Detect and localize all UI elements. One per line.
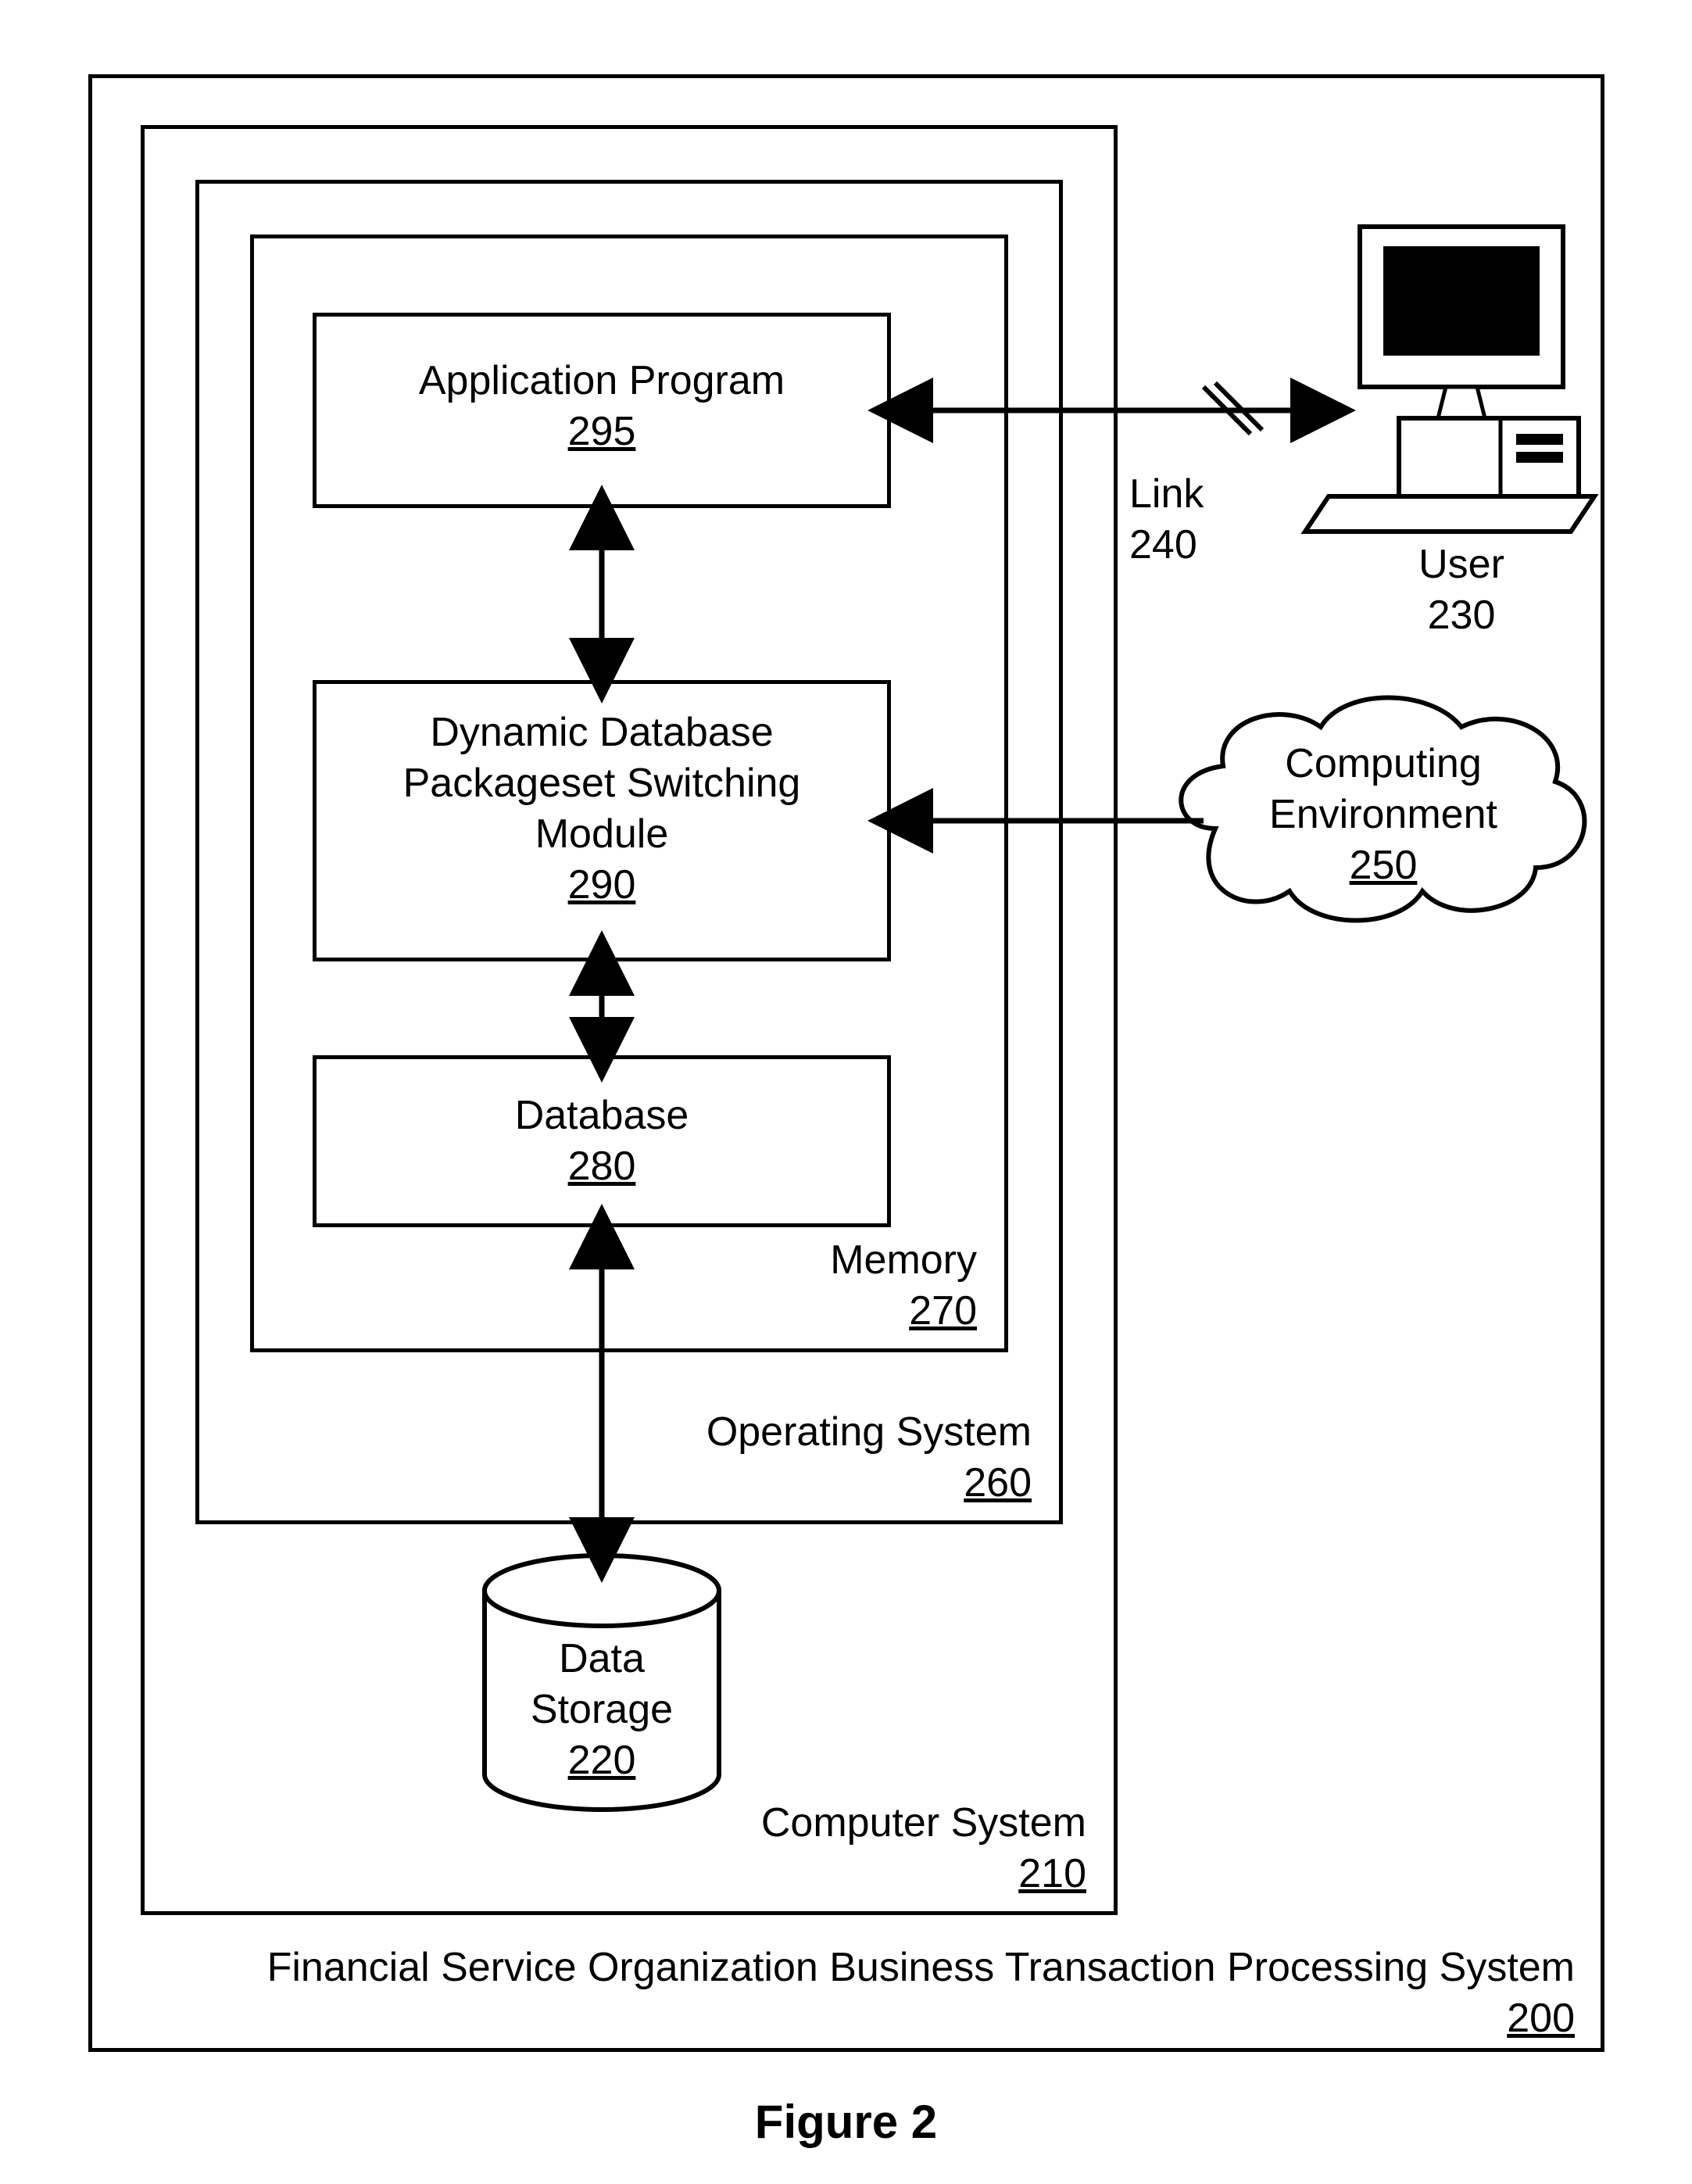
application-program-text: Application Program [419, 358, 785, 403]
link-text: Link [1129, 471, 1204, 517]
outer-system-text: Financial Service Organization Business … [267, 1945, 1575, 1990]
env-line1: Computing [1285, 741, 1481, 786]
dbps-ref: 290 [568, 862, 636, 908]
computer-system-label: Computer System 210 [141, 1798, 1086, 1899]
dbps-line2: Packageset Switching [403, 761, 801, 806]
data-storage-ref: 220 [568, 1738, 636, 1783]
diagram-canvas: Financial Service Organization Business … [0, 0, 1692, 2184]
user-ref: 230 [1428, 593, 1496, 638]
figure-caption-text: Figure 2 [755, 2096, 937, 2148]
application-program-ref: 295 [568, 409, 636, 454]
operating-system-label: Operating System 260 [195, 1407, 1032, 1509]
database-text: Database [515, 1093, 689, 1138]
dbps-line3: Module [535, 811, 669, 857]
application-program-label: Application Program 295 [313, 356, 891, 457]
memory-ref: 270 [909, 1288, 977, 1334]
link-ref: 240 [1129, 522, 1197, 567]
outer-system-ref: 200 [1507, 1996, 1575, 2041]
user-text: User [1418, 542, 1504, 587]
database-label: Database 280 [313, 1090, 891, 1192]
dbps-line1: Dynamic Database [430, 710, 773, 755]
env-ref: 250 [1350, 843, 1418, 888]
data-storage-line2: Storage [531, 1687, 673, 1732]
memory-text: Memory [830, 1237, 977, 1283]
figure-caption: Figure 2 [0, 2095, 1692, 2149]
user-label: User 230 [1344, 539, 1579, 641]
computer-system-ref: 210 [1018, 1851, 1086, 1896]
data-storage-line1: Data [559, 1636, 645, 1681]
dbps-module-label: Dynamic Database Packageset Switching Mo… [313, 707, 891, 911]
operating-system-text: Operating System [706, 1409, 1032, 1455]
computer-system-text: Computer System [761, 1800, 1086, 1846]
computing-environment-label: Computing Environment 250 [1227, 739, 1540, 891]
data-storage-label: Data Storage 220 [485, 1634, 719, 1786]
memory-label: Memory 270 [250, 1235, 977, 1337]
env-line2: Environment [1269, 792, 1497, 837]
link-label: Link 240 [1129, 469, 1270, 571]
outer-system-label: Financial Service Organization Business … [129, 1942, 1575, 2044]
operating-system-ref: 260 [964, 1460, 1032, 1506]
database-ref: 280 [568, 1144, 636, 1189]
